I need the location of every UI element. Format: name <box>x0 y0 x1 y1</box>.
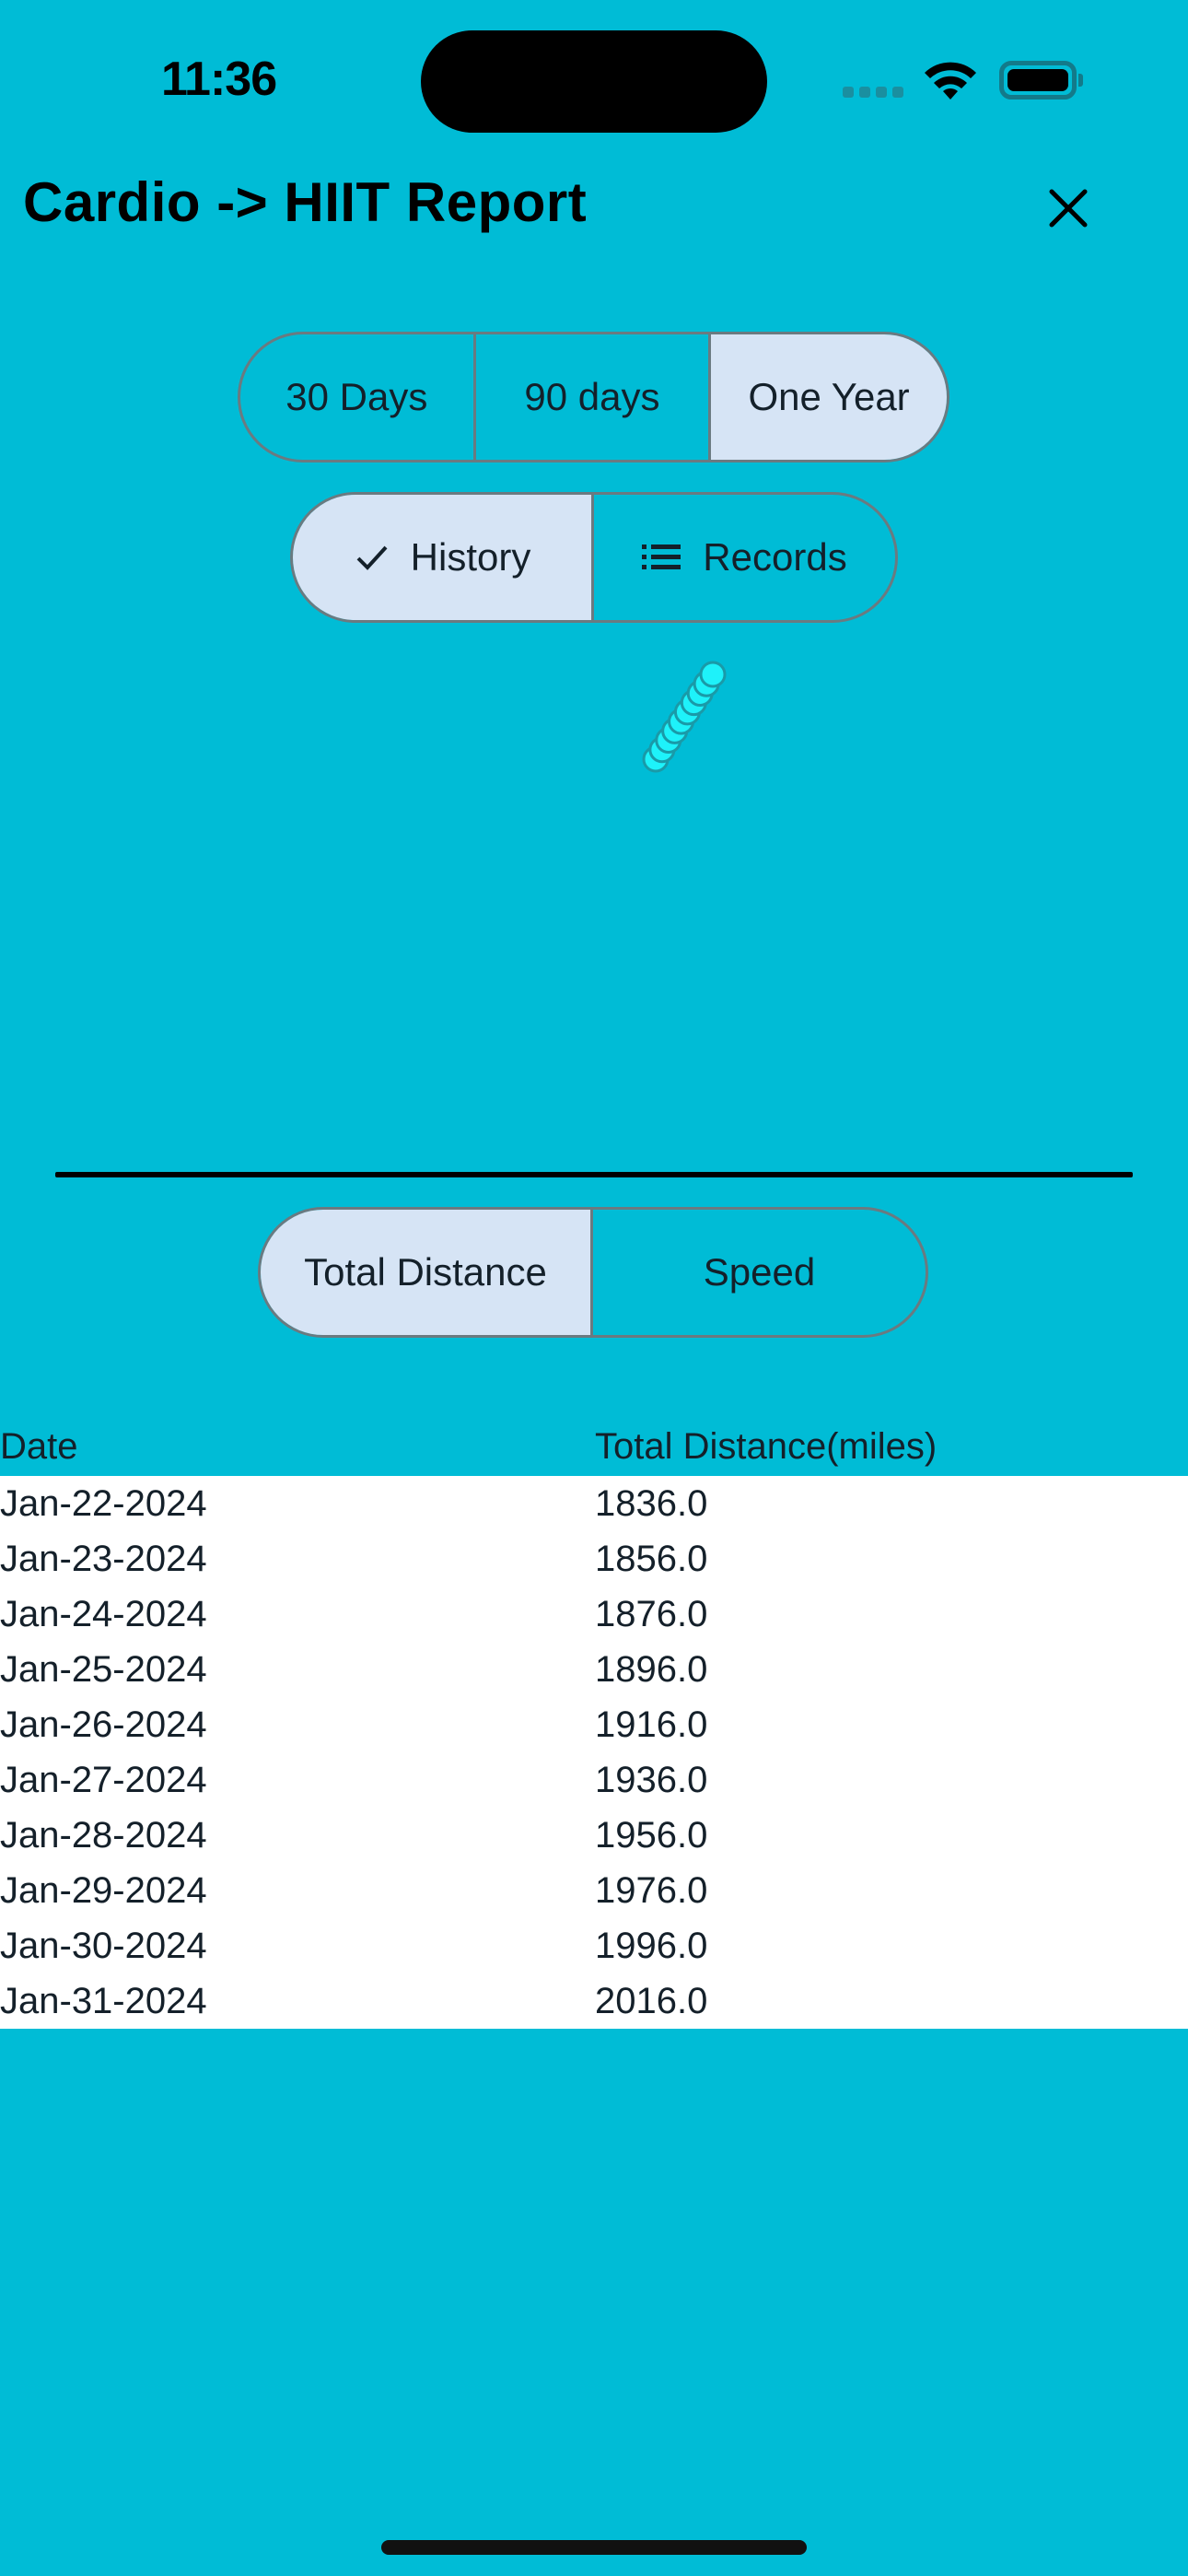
distance-scatter-chart <box>642 661 727 773</box>
table-row: Jan-25-2024 1896.0 <box>0 1642 1188 1697</box>
cell-date: Jan-27-2024 <box>0 1760 207 1800</box>
cell-date: Jan-26-2024 <box>0 1704 207 1745</box>
page-title: Cardio -> HIIT Report <box>23 171 588 233</box>
cell-date: Jan-23-2024 <box>0 1539 207 1579</box>
table-row: Jan-31-2024 2016.0 <box>0 1973 1188 2029</box>
cell-total-distance: 1956.0 <box>595 1815 708 1856</box>
records-label: Records <box>703 535 847 579</box>
range-30-days-button[interactable]: 30 Days <box>240 334 476 460</box>
dynamic-island <box>421 30 767 133</box>
cell-total-distance: 1896.0 <box>595 1649 708 1690</box>
cell-date: Jan-28-2024 <box>0 1815 207 1856</box>
range-90-days-button[interactable]: 90 days <box>476 334 712 460</box>
header-date: Date <box>0 1426 78 1467</box>
view-selector: History Records <box>290 492 898 623</box>
table-row: Jan-29-2024 1976.0 <box>0 1863 1188 1918</box>
table-row: Jan-26-2024 1916.0 <box>0 1697 1188 1752</box>
range-selector: 30 Days 90 days One Year <box>238 332 949 463</box>
speed-tab[interactable]: Speed <box>593 1210 926 1335</box>
cell-total-distance: 2016.0 <box>595 1981 708 2021</box>
cell-date: Jan-22-2024 <box>0 1483 207 1524</box>
data-point[interactable] <box>699 661 727 688</box>
table-row: Jan-23-2024 1856.0 <box>0 1531 1188 1587</box>
list-icon <box>642 544 681 569</box>
range-one-year-button[interactable]: One Year <box>711 334 947 460</box>
history-tab[interactable]: History <box>293 495 594 620</box>
cell-total-distance: 1876.0 <box>595 1594 708 1634</box>
table-row: Jan-24-2024 1876.0 <box>0 1587 1188 1642</box>
cell-date: Jan-25-2024 <box>0 1649 207 1690</box>
table-row: Jan-28-2024 1956.0 <box>0 1808 1188 1863</box>
range-90-days-label: 90 days <box>524 375 660 418</box>
cell-date: Jan-29-2024 <box>0 1870 207 1911</box>
close-icon[interactable] <box>1041 181 1096 236</box>
cell-total-distance: 1996.0 <box>595 1926 708 1966</box>
chart-x-axis <box>55 1172 1133 1177</box>
wifi-icon <box>925 62 976 100</box>
table-row: Jan-22-2024 1836.0 <box>0 1476 1188 1531</box>
table-body: Jan-22-2024 1836.0 Jan-23-2024 1856.0 Jan-24… <box>0 1476 1188 2029</box>
cell-total-distance: 1856.0 <box>595 1539 708 1579</box>
total-distance-label: Total Distance <box>304 1250 547 1294</box>
cell-total-distance: 1916.0 <box>595 1704 708 1745</box>
table-header: Date Total Distance(miles) <box>0 1426 1188 1476</box>
battery-icon <box>999 61 1077 100</box>
range-one-year-label: One Year <box>748 375 910 418</box>
home-indicator[interactable] <box>381 2540 807 2555</box>
cell-total-distance: 1976.0 <box>595 1870 708 1911</box>
checkmark-icon <box>356 545 388 570</box>
table-row: Jan-27-2024 1936.0 <box>0 1752 1188 1808</box>
metric-selector: Total Distance Speed <box>258 1207 928 1338</box>
cell-date: Jan-30-2024 <box>0 1926 207 1966</box>
cell-date: Jan-31-2024 <box>0 1981 207 2021</box>
header-total-distance: Total Distance(miles) <box>595 1426 938 1467</box>
cell-date: Jan-24-2024 <box>0 1594 207 1634</box>
range-30-days-label: 30 Days <box>285 375 428 418</box>
history-label: History <box>410 535 531 579</box>
battery-tip <box>1078 74 1083 87</box>
cell-total-distance: 1936.0 <box>595 1760 708 1800</box>
table-row: Jan-30-2024 1996.0 <box>0 1918 1188 1973</box>
records-tab[interactable]: Records <box>594 495 895 620</box>
total-distance-tab[interactable]: Total Distance <box>261 1210 593 1335</box>
cellular-signal-icon <box>843 87 903 98</box>
status-time: 11:36 <box>161 53 277 106</box>
cell-total-distance: 1836.0 <box>595 1483 708 1524</box>
speed-label: Speed <box>703 1250 816 1294</box>
